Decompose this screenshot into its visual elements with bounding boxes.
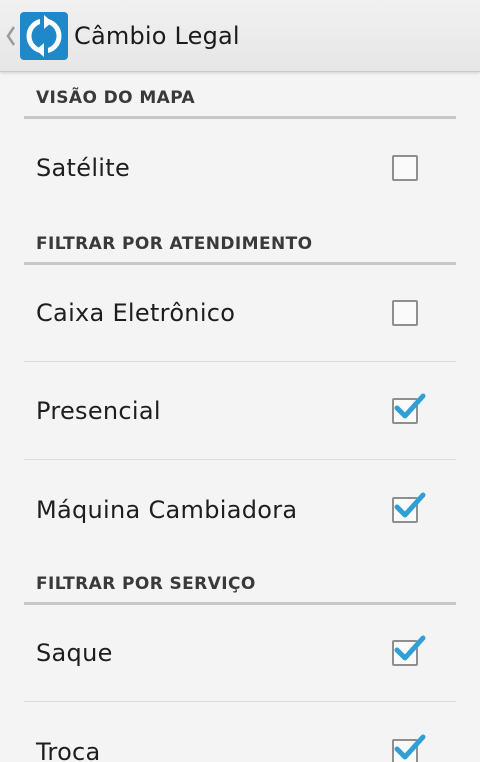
pref-label: Máquina Cambiadora [36, 495, 298, 524]
pref-label: Satélite [36, 153, 131, 182]
action-bar: Câmbio Legal [0, 0, 480, 72]
section-header-map-view: VISÃO DO MAPA [24, 72, 456, 119]
app-logo-icon[interactable] [20, 11, 68, 60]
section-header-label: VISÃO DO MAPA [36, 88, 196, 108]
pref-label: Presencial [36, 397, 161, 425]
up-chevron-icon[interactable] [2, 0, 20, 72]
in-person-checkbox[interactable] [392, 393, 426, 424]
app-title: Câmbio Legal [74, 21, 240, 50]
checkmark-icon [394, 734, 426, 759]
pref-row-exchange[interactable]: Troca [24, 703, 456, 762]
exchange-checkbox[interactable] [392, 734, 426, 762]
checkmark-icon [394, 492, 426, 517]
section-header-service: FILTRAR POR SERVIÇO [24, 558, 456, 605]
section-header-service-type: FILTRAR POR ATENDIMENTO [24, 218, 456, 265]
section-header-label: FILTRAR POR ATENDIMENTO [36, 234, 313, 254]
exchange-machine-checkbox[interactable] [392, 492, 426, 523]
pref-row-exchange-machine[interactable]: Máquina Cambiadora [24, 461, 456, 558]
pref-label: Troca [36, 737, 101, 762]
pref-row-satellite[interactable]: Satélite [24, 119, 456, 216]
pref-row-in-person[interactable]: Presencial [24, 363, 456, 460]
pref-label: Saque [36, 639, 113, 667]
section-header-label: FILTRAR POR SERVIÇO [36, 574, 256, 594]
satellite-checkbox[interactable] [392, 154, 418, 181]
withdrawal-checkbox[interactable] [392, 635, 426, 666]
checkmark-icon [394, 635, 426, 661]
atm-checkbox[interactable] [392, 300, 418, 326]
pref-row-atm[interactable]: Caixa Eletrônico [24, 265, 456, 362]
pref-label: Caixa Eletrônico [36, 299, 236, 327]
pref-row-withdrawal[interactable]: Saque [24, 605, 456, 702]
checkmark-icon [394, 393, 426, 419]
preferences-list: VISÃO DO MAPA Satélite FILTRAR POR ATEND… [0, 72, 480, 762]
